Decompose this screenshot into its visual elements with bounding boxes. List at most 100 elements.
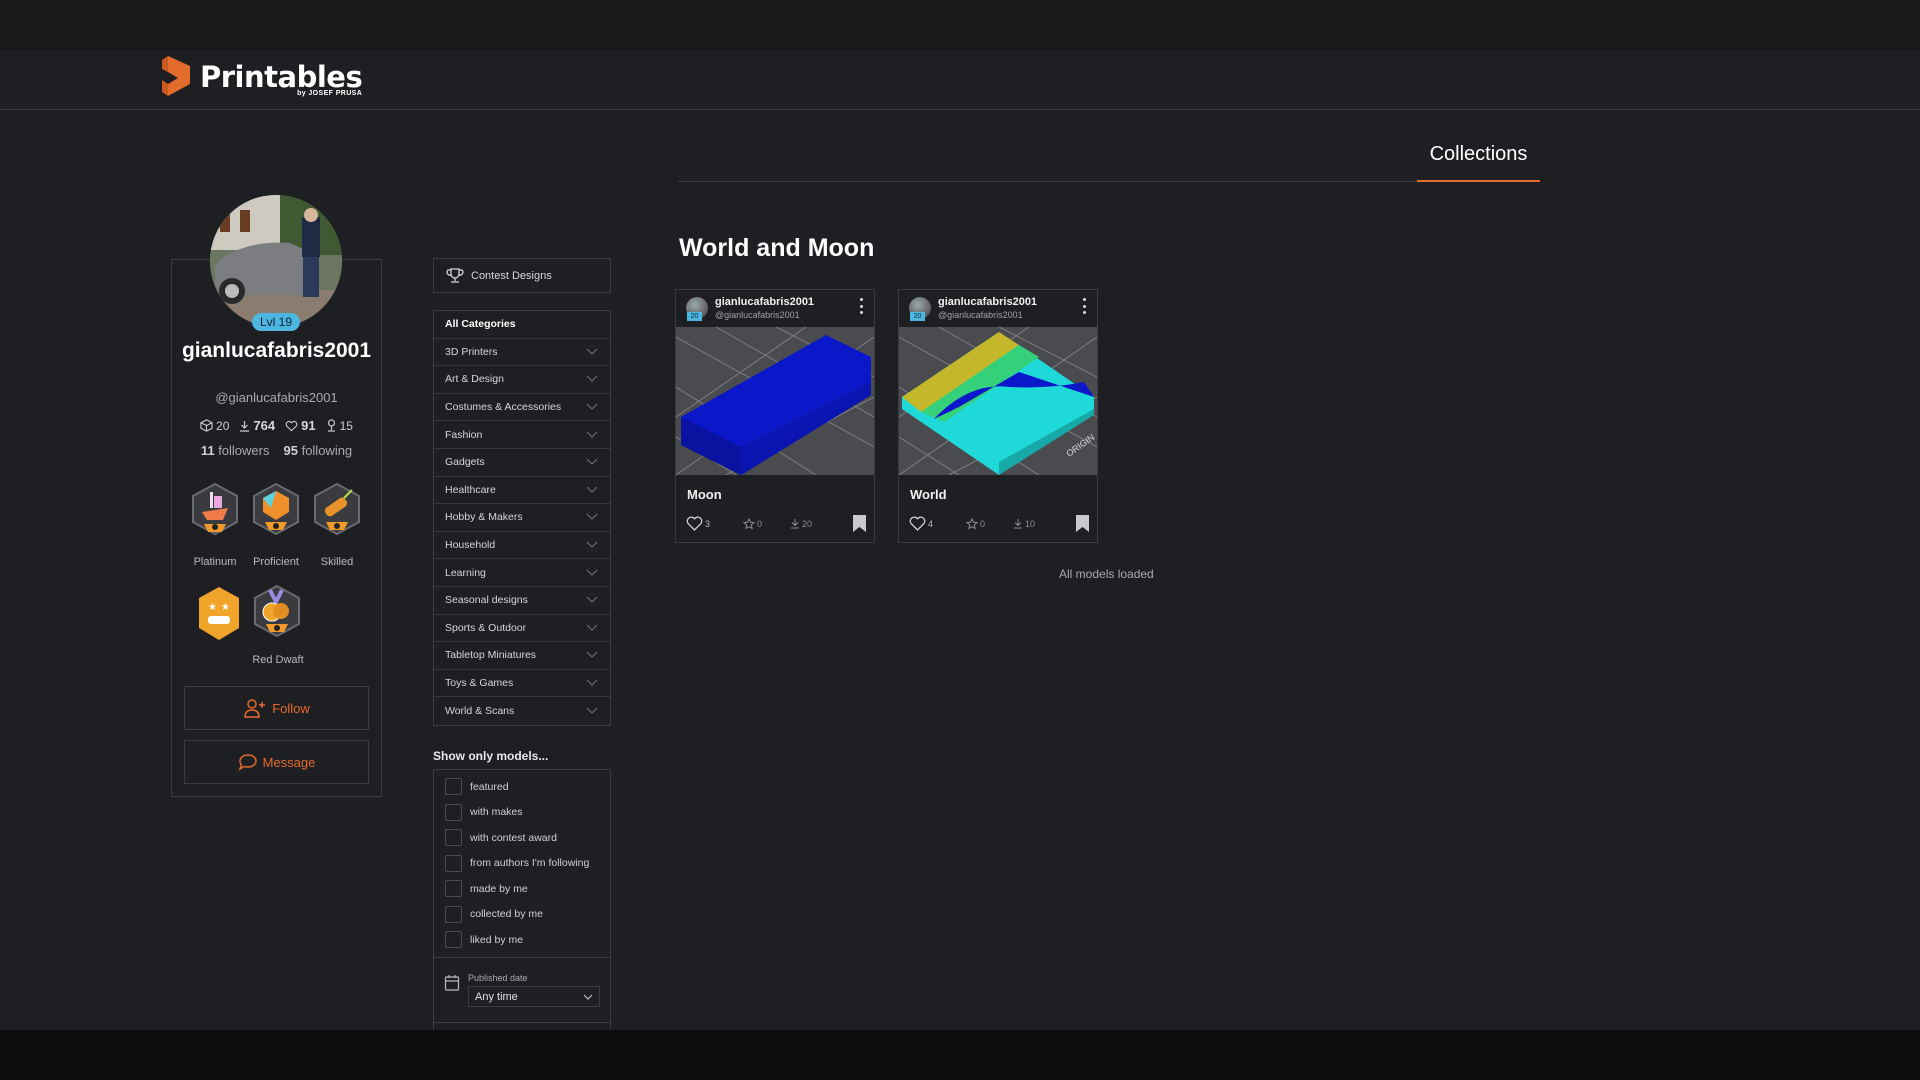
chevron-down-icon[interactable] <box>586 541 598 549</box>
category-label: Fashion <box>445 428 483 441</box>
heart-icon <box>909 516 926 531</box>
makes-count: 0 <box>757 518 763 529</box>
model-thumbnail[interactable] <box>676 327 874 475</box>
chevron-down-icon[interactable] <box>586 624 598 632</box>
checkbox-label: made by me <box>470 882 528 895</box>
category-item[interactable]: Costumes & Accessories <box>434 394 610 422</box>
printables-logo[interactable]: Printables by JOSEF PRUSA <box>162 56 363 97</box>
message-button[interactable]: Message <box>184 740 369 784</box>
badge-platinum[interactable] <box>190 482 240 538</box>
category-item[interactable]: Seasonal designs <box>434 587 610 615</box>
filter-checkbox-row[interactable]: with contest award <box>445 829 557 846</box>
profile-username: gianlucafabris2001 <box>181 339 372 362</box>
model-thumbnail[interactable]: ORIGIN <box>899 327 1097 475</box>
heart-icon <box>686 516 703 531</box>
checkbox[interactable] <box>445 880 462 897</box>
checkbox[interactable] <box>445 829 462 846</box>
card-author-name[interactable]: gianlucafabris2001 <box>715 296 814 308</box>
category-item[interactable]: Learning <box>434 559 610 587</box>
follow-button[interactable]: Follow <box>184 686 369 730</box>
tab-collections[interactable]: Collections <box>1417 143 1540 182</box>
like-button[interactable]: 3 <box>686 516 710 531</box>
checkbox[interactable] <box>445 803 462 821</box>
checkbox-label: collected by me <box>470 908 543 920</box>
more-options-icon[interactable] <box>860 298 864 314</box>
followers-link[interactable]: 11 followers <box>201 443 270 458</box>
filter-checkbox-row[interactable]: with makes <box>445 803 523 821</box>
chevron-down-icon[interactable] <box>586 679 598 687</box>
category-label: Tabletop Miniatures <box>445 649 537 662</box>
category-list: All Categories 3D Printers Art & Design Cos… <box>433 310 611 726</box>
category-all[interactable]: All Categories <box>434 311 610 339</box>
chevron-down-icon[interactable] <box>586 458 598 466</box>
smiley-badge-icon: ★ ★ <box>199 587 239 640</box>
chevron-down-icon[interactable] <box>586 375 598 383</box>
makes-icon <box>327 419 335 432</box>
category-label: Sports & Outdoor <box>445 621 527 634</box>
makes-stat: 0 <box>743 517 763 530</box>
avatar[interactable] <box>210 195 342 327</box>
download-icon <box>791 519 800 529</box>
following-link[interactable]: 95 following <box>283 443 352 458</box>
filter-checkbox-row[interactable]: featured <box>445 778 509 795</box>
models-stat[interactable]: 20 <box>200 419 229 433</box>
like-button[interactable]: 4 <box>909 516 933 531</box>
category-item[interactable]: Toys & Games <box>434 670 610 698</box>
checkbox-label: featured <box>470 780 509 793</box>
card-author-name[interactable]: gianlucafabris2001 <box>938 296 1037 308</box>
following-count: 95 <box>283 443 298 458</box>
filter-checkbox-row[interactable]: made by me <box>445 880 528 897</box>
chevron-down-icon[interactable] <box>586 651 598 659</box>
makes-stat: 15 <box>326 419 353 433</box>
message-label: Message <box>262 754 316 770</box>
category-item[interactable]: World & Scans <box>434 697 610 725</box>
bookmark-icon[interactable] <box>1076 515 1089 532</box>
category-item[interactable]: Hobby & Makers <box>434 504 610 532</box>
category-item[interactable]: Household <box>434 532 610 560</box>
contest-designs-label: Contest Designs <box>471 269 552 282</box>
chevron-down-icon[interactable] <box>586 486 598 494</box>
downloads-stat: 10 <box>1013 518 1035 529</box>
chevron-down-icon[interactable] <box>586 569 598 577</box>
category-item[interactable]: Art & Design <box>434 366 610 394</box>
category-item[interactable]: Sports & Outdoor <box>434 615 610 643</box>
checkbox[interactable] <box>445 931 462 948</box>
filter-checkbox-row[interactable]: from authors I'm following <box>445 854 589 872</box>
category-item[interactable]: Tabletop Miniatures <box>434 642 610 670</box>
chevron-down-icon[interactable] <box>586 348 598 356</box>
model-name[interactable]: Moon <box>687 487 722 502</box>
badge-skilled[interactable] <box>312 482 362 538</box>
more-options-icon[interactable] <box>1083 298 1087 314</box>
checkbox[interactable] <box>445 778 462 795</box>
downloads-count: 20 <box>802 518 813 529</box>
chevron-down-icon[interactable] <box>586 431 598 439</box>
likes-stat: 91 <box>285 418 316 433</box>
contest-designs-link[interactable]: Contest Designs <box>433 258 611 293</box>
chevron-down-icon[interactable] <box>586 403 598 411</box>
chevron-down-icon[interactable] <box>586 596 598 604</box>
category-item[interactable]: Fashion <box>434 421 610 449</box>
filter-checkbox-row[interactable]: collected by me <box>445 905 543 923</box>
model-name[interactable]: World <box>910 487 947 502</box>
category-item[interactable]: Healthcare <box>434 477 610 505</box>
bookmark-icon[interactable] <box>853 515 866 532</box>
checkbox[interactable] <box>445 854 462 872</box>
badge-smiley[interactable]: ★ ★ <box>194 584 244 640</box>
tool-badge-icon <box>314 482 360 536</box>
like-count: 3 <box>705 518 711 529</box>
followers-count: 11 <box>200 443 215 458</box>
checkbox[interactable] <box>445 905 462 923</box>
download-icon <box>1014 519 1023 529</box>
category-item[interactable]: 3D Printers <box>434 339 610 367</box>
download-icon <box>240 420 250 432</box>
checkbox-label: liked by me <box>470 933 524 946</box>
chevron-down-icon[interactable] <box>586 513 598 521</box>
badge-red-dwaft[interactable] <box>252 584 302 640</box>
category-label: Learning <box>445 566 486 579</box>
filter-checkbox-row[interactable]: liked by me <box>445 931 523 948</box>
category-item[interactable]: Gadgets <box>434 449 610 477</box>
published-date-select[interactable]: Any time <box>468 986 600 1007</box>
chevron-down-icon[interactable] <box>586 707 598 715</box>
badge-proficient[interactable] <box>251 482 301 538</box>
published-date-value: Any time <box>475 990 518 1003</box>
